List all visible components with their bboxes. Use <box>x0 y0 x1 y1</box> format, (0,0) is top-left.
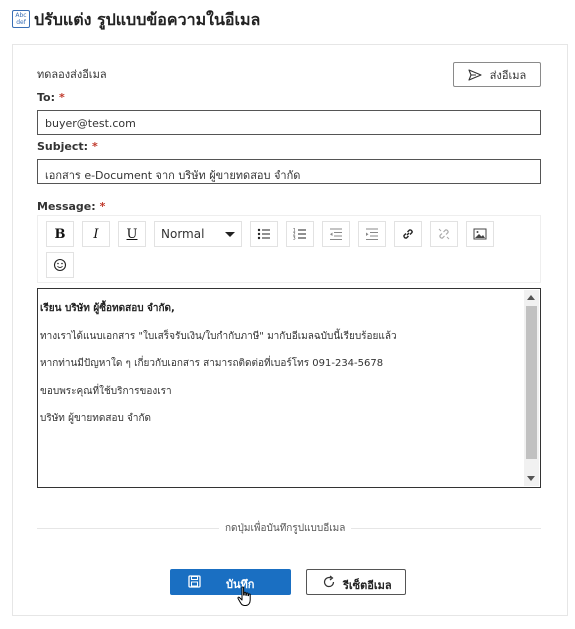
scroll-thumb[interactable] <box>526 306 537 459</box>
editor-toolbar: B I U Normal 1 2 3 <box>37 215 541 283</box>
to-label-row: To: * <box>37 91 65 104</box>
scroll-up-arrow-icon[interactable] <box>527 295 535 300</box>
numbered-list-icon: 1 2 3 <box>293 228 306 241</box>
icon-text-bottom: def <box>16 19 26 26</box>
hand-cursor-icon <box>236 586 254 612</box>
editor-line: ขอบพระคุณที่ใช้บริการของเรา <box>40 386 172 397</box>
send-icon <box>468 68 482 81</box>
emoji-icon <box>53 258 67 272</box>
save-button[interactable]: บันทึก <box>170 569 291 595</box>
chevron-down-icon <box>225 232 235 237</box>
required-mark: * <box>92 140 98 153</box>
section-title: ทดลองส่งอีเมล <box>37 68 107 81</box>
bold-button[interactable]: B <box>46 221 74 247</box>
scroll-down-arrow-icon[interactable] <box>527 476 535 481</box>
message-label: Message: <box>37 200 96 213</box>
editor-line: เรียน บริษัท ผู้ซื้อทดสอบ จำกัด, <box>40 303 175 314</box>
bullet-list-button[interactable] <box>250 221 278 247</box>
unlink-button[interactable] <box>430 221 458 247</box>
numbered-list-button[interactable]: 1 2 3 <box>286 221 314 247</box>
format-select[interactable]: Normal <box>154 221 242 247</box>
save-icon <box>188 575 201 591</box>
subject-label-row: Subject: * <box>37 140 98 153</box>
editor-line: หากท่านมีปัญหาใด ๆ เกี่ยวกับเอกสาร สามาร… <box>40 358 384 369</box>
page-title: ปรับแต่ง รูปแบบข้อความในอีเมล <box>34 10 261 29</box>
to-label: To: <box>37 91 55 104</box>
link-icon <box>403 229 413 239</box>
required-mark: * <box>99 200 106 213</box>
refresh-icon <box>322 575 336 592</box>
svg-text:3: 3 <box>293 236 296 241</box>
indent-icon <box>366 228 378 240</box>
message-label-row: Message: * <box>37 200 105 213</box>
image-button[interactable] <box>466 221 494 247</box>
indent-button[interactable] <box>358 221 386 247</box>
image-icon <box>473 228 487 240</box>
underline-button[interactable]: U <box>118 221 146 247</box>
subject-field[interactable]: เอกสาร e-Document จาก บริษัท ผู้ขายทดสอบ… <box>37 159 541 184</box>
format-select-value: Normal <box>161 227 205 241</box>
to-value: buyer@test.com <box>45 117 136 130</box>
outdent-button[interactable] <box>322 221 350 247</box>
divider-text: กดปุ่มเพื่อบันทึกรูปแบบอีเมล <box>219 521 352 536</box>
reset-email-button[interactable]: รีเซ็ตอีเมล <box>306 569 406 595</box>
bullet-list-icon <box>257 228 270 240</box>
editor-scrollbar[interactable] <box>524 290 539 486</box>
email-template-card: ทดลองส่งอีเมล ส่งอีเมล To: * buyer@test.c… <box>12 44 568 616</box>
message-editor[interactable]: เรียน บริษัท ผู้ซื้อทดสอบ จำกัด, ทางเราไ… <box>37 288 541 488</box>
to-field[interactable]: buyer@test.com <box>37 110 541 135</box>
subject-label: Subject: <box>37 140 89 153</box>
editor-line: ทางเราได้แนบเอกสาร "ใบเสร็จรับเงิน/ใบกำก… <box>40 331 397 342</box>
unlink-icon <box>438 228 450 240</box>
emoji-button[interactable] <box>46 252 74 278</box>
send-email-label: ส่งอีเมล <box>489 68 527 82</box>
required-mark: * <box>59 91 65 104</box>
text-format-icon: Abc def <box>12 10 30 28</box>
italic-button[interactable]: I <box>82 221 110 247</box>
editor-line: บริษัท ผู้ขายทดสอบ จำกัด <box>40 413 151 424</box>
icon-text-top: Abc <box>15 12 27 19</box>
link-button[interactable] <box>394 221 422 247</box>
reset-email-label: รีเซ็ตอีเมล <box>343 580 392 592</box>
subject-value: เอกสาร e-Document จาก บริษัท ผู้ขายทดสอบ… <box>45 169 301 182</box>
page-header: Abc def ปรับแต่ง รูปแบบข้อความในอีเมล <box>0 0 575 38</box>
send-email-button[interactable]: ส่งอีเมล <box>453 62 541 87</box>
outdent-icon <box>330 228 342 240</box>
